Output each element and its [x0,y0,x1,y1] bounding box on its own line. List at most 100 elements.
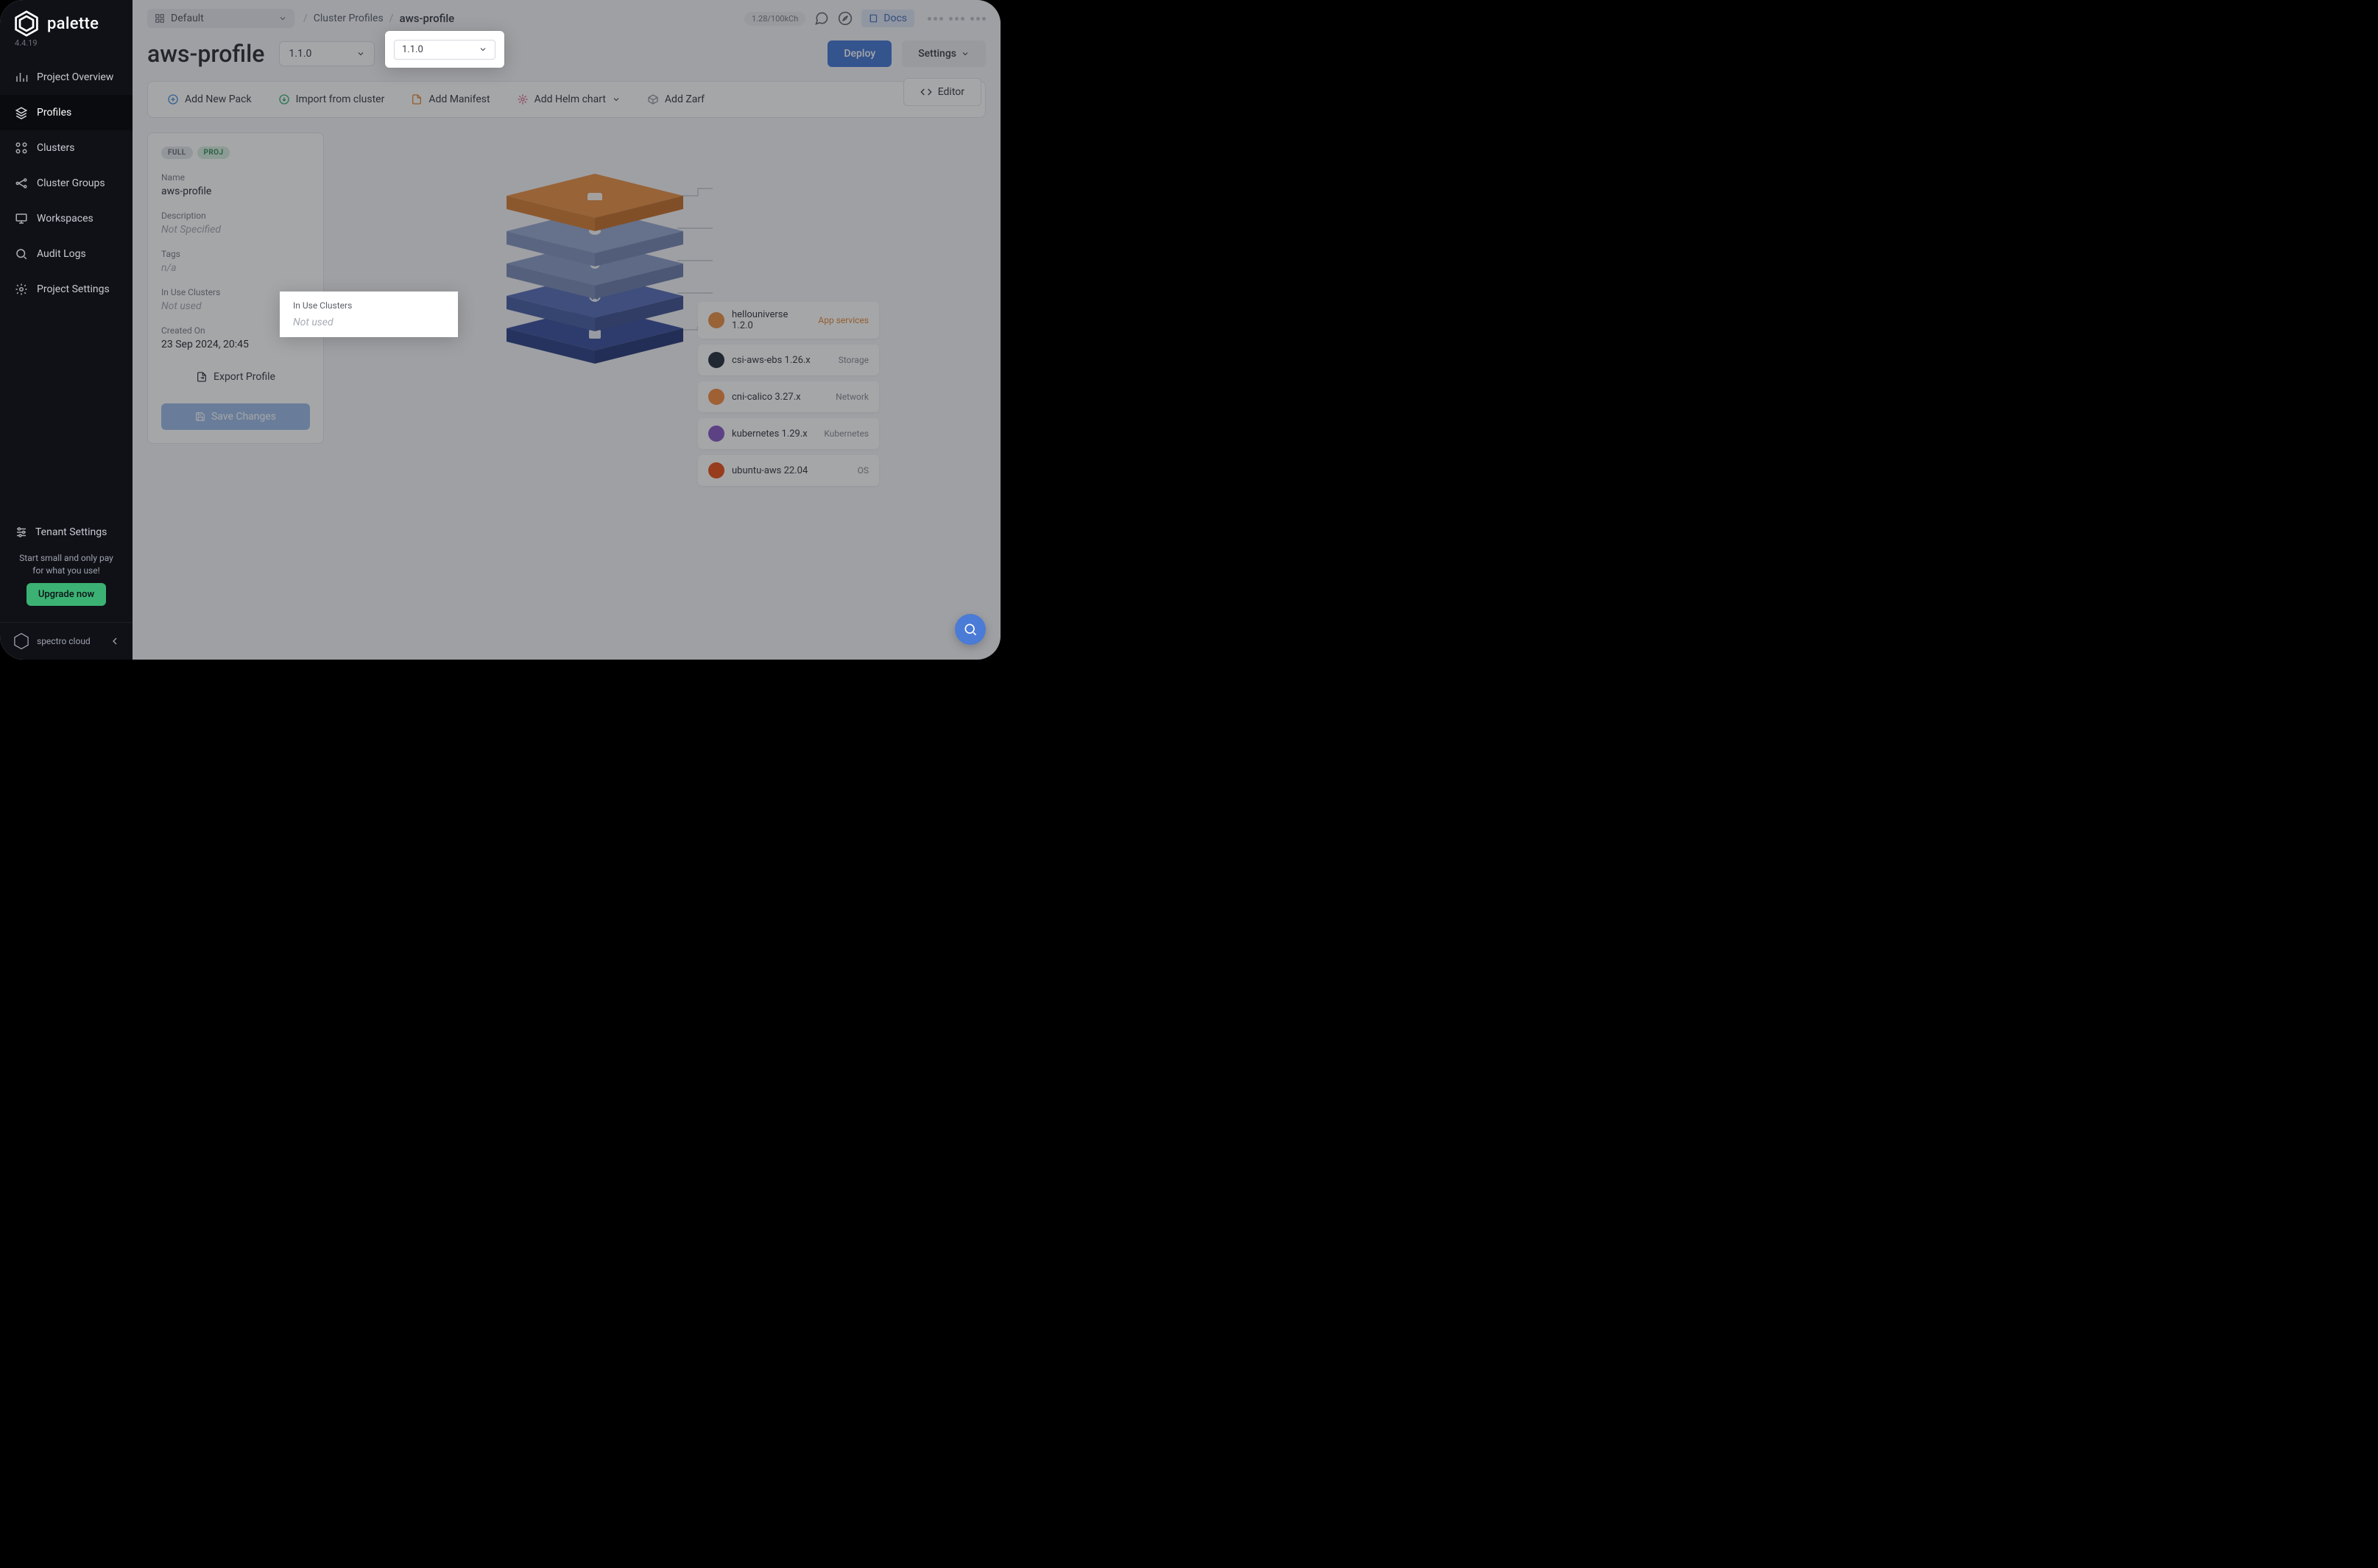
action-bar: Add New Pack Import from cluster Add Man… [147,81,986,118]
search-icon [963,622,978,637]
layer-card[interactable]: ubuntu-aws 22.04OS [698,455,879,486]
save-label: Save Changes [211,411,276,423]
layer-tag: OS [858,465,869,476]
breadcrumb: / Cluster Profiles / aws-profile [303,12,454,25]
sidebar-item-project-settings[interactable]: Project Settings [0,272,133,307]
sliders-icon [15,526,28,539]
nodes-icon [15,177,28,190]
add-helm-button[interactable]: Add Helm chart [504,89,634,110]
sidebar-item-profiles[interactable]: Profiles [0,95,133,130]
tags-label: Tags [161,249,310,259]
sidebar-label: Workspaces [37,213,94,225]
layer-name: cni-calico 3.27.x [732,392,828,403]
sidebar-item-clusters[interactable]: Clusters [0,130,133,166]
chevron-left-icon[interactable] [109,635,121,647]
help-fab[interactable] [955,614,986,645]
desc-value: Not Specified [161,224,310,236]
sidebar-item-cluster-groups[interactable]: Cluster Groups [0,166,133,201]
chevron-down-icon [356,49,365,58]
version-value: 1.1.0 [402,44,423,55]
action-label: Add New Pack [185,93,252,105]
highlight-inuse: In Use Clusters Not used [280,292,458,337]
editor-button[interactable]: Editor [903,78,981,106]
add-manifest-button[interactable]: Add Manifest [398,89,503,110]
action-label: Add Zarf [665,93,705,105]
sidebar-label: Project Settings [37,283,110,295]
layer-card[interactable]: hellouniverse 1.2.0App services [698,302,879,339]
settings-button[interactable]: Settings [902,40,986,67]
layer-icon [708,312,724,328]
layer-card[interactable]: cni-calico 3.27.xNetwork [698,381,879,412]
sidebar-nav: Project Overview Profiles Clusters Clust… [0,60,133,508]
content: FULL PROJ Name aws-profile Description N… [133,133,1001,660]
chart-icon [15,71,28,84]
layer-tag: Kubernetes [824,428,869,439]
add-zarf-button[interactable]: Add Zarf [634,89,718,110]
layer-name: csi-aws-ebs 1.26.x [732,355,831,366]
spectro-icon [12,632,31,651]
scope-selector[interactable]: Default [147,9,294,28]
layer-icon [708,425,724,442]
app-switcher[interactable] [928,17,986,21]
docs-label: Docs [883,13,907,24]
editor-label: Editor [938,86,964,98]
compass-icon[interactable] [838,11,853,26]
breadcrumb-link[interactable]: Cluster Profiles [314,13,384,24]
file-export-icon [196,371,208,383]
sidebar-item-tenant[interactable]: Tenant Settings [10,517,122,549]
deploy-button[interactable]: Deploy [828,40,892,67]
add-pack-button[interactable]: Add New Pack [154,89,265,110]
package-icon [647,93,659,105]
sidebar-label: Profiles [37,107,71,119]
created-value: 23 Sep 2024, 20:45 [161,339,310,350]
export-button[interactable]: Export Profile [161,364,310,390]
action-label: Import from cluster [296,93,385,105]
download-icon [278,93,290,105]
inuse-value: Not used [293,317,445,328]
stack-area: hellouniverse 1.2.0App services csi-aws-e… [345,133,986,645]
version-select[interactable]: 1.1.0 [279,41,375,66]
chat-icon[interactable] [814,11,829,26]
scope-label: Default [171,13,204,24]
brand-name: palette [47,15,99,33]
upgrade-button[interactable]: Upgrade now [27,583,106,606]
grid-icon [15,141,28,155]
brand-logo: palette [0,0,133,38]
layer-icon [708,462,724,478]
layer-card[interactable]: csi-aws-ebs 1.26.xStorage [698,345,879,375]
sidebar-label: Cluster Groups [37,177,105,189]
main: Default / Cluster Profiles / aws-profile… [133,0,1001,660]
sidebar-label: Tenant Settings [35,526,107,538]
app-frame: palette 4.4.19 Project Overview Profiles… [0,0,1001,660]
topbar-right: 1.28/100kCh Docs [744,10,986,27]
search-doc-icon [15,247,28,261]
upgrade-copy: for what you use! [10,565,122,577]
sidebar-label: Clusters [37,142,74,154]
chevron-down-icon [961,49,970,58]
import-button[interactable]: Import from cluster [265,89,398,110]
brand-version: 4.4.19 [0,38,133,60]
badge-proj: PROJ [197,146,230,159]
export-label: Export Profile [214,371,275,383]
sidebar-item-overview[interactable]: Project Overview [0,60,133,95]
sidebar-item-workspaces[interactable]: Workspaces [0,201,133,236]
breadcrumb-current: aws-profile [399,12,454,25]
sidebar-footer: Tenant Settings Start small and only pay… [0,508,133,622]
layer-name: kubernetes 1.29.x [732,428,816,439]
save-button[interactable]: Save Changes [161,403,310,430]
action-label: Add Manifest [428,93,490,105]
name-label: Name [161,172,310,183]
credits-badge: 1.28/100kCh [744,12,805,26]
save-icon [195,412,205,422]
version-select-highlight[interactable]: 1.1.0 [394,40,495,60]
file-icon [411,93,423,105]
docs-button[interactable]: Docs [861,10,914,27]
sidebar-item-audit[interactable]: Audit Logs [0,236,133,272]
page-title: aws-profile [147,40,264,68]
badge-full: FULL [161,146,193,159]
code-icon [920,86,932,98]
tags-value: n/a [161,262,310,274]
inuse-label: In Use Clusters [293,300,445,311]
chevron-down-icon [479,45,487,54]
layer-card[interactable]: kubernetes 1.29.x Kubernetes [698,418,879,449]
